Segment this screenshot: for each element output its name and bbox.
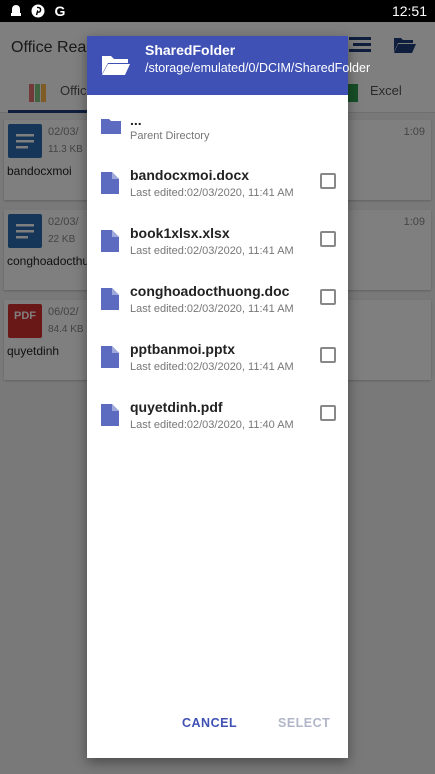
file-meta: Last edited:02/03/2020, 11:40 AM <box>130 419 294 431</box>
file-meta: Last edited:02/03/2020, 11:41 AM <box>130 303 294 315</box>
file-icon <box>101 230 119 252</box>
file-row[interactable]: pptbanmoi.pptx Last edited:02/03/2020, 1… <box>87 332 348 386</box>
cancel-button[interactable]: CANCEL <box>182 716 237 730</box>
file-row[interactable]: book1xlsx.xlsx Last edited:02/03/2020, 1… <box>87 216 348 270</box>
status-bar: G 12:51 <box>0 0 435 22</box>
parent-directory-label: Parent Directory <box>130 130 210 142</box>
file-name: conghoadocthuong.doc <box>130 283 290 299</box>
file-icon <box>101 346 119 368</box>
file-checkbox[interactable] <box>320 289 336 305</box>
pinterest-icon <box>30 3 46 19</box>
parent-directory-name: ... <box>130 112 142 128</box>
notification-icon <box>8 3 24 19</box>
file-icon <box>101 288 119 310</box>
clock: 12:51 <box>391 3 427 19</box>
dialog-path: /storage/emulated/0/DCIM/SharedFolder <box>145 61 371 75</box>
select-button[interactable]: SELECT <box>278 716 330 730</box>
folder-icon <box>101 118 121 140</box>
file-row[interactable]: bandocxmoi.docx Last edited:02/03/2020, … <box>87 158 348 212</box>
file-meta: Last edited:02/03/2020, 11:41 AM <box>130 245 294 257</box>
folder-picker-dialog: SharedFolder /storage/emulated/0/DCIM/Sh… <box>87 36 371 758</box>
file-row[interactable]: quyetdinh.pdf Last edited:02/03/2020, 11… <box>87 390 348 444</box>
file-icon <box>101 172 119 194</box>
file-meta: Last edited:02/03/2020, 11:41 AM <box>130 187 294 199</box>
file-checkbox[interactable] <box>320 347 336 363</box>
dialog-header: SharedFolder /storage/emulated/0/DCIM/Sh… <box>87 36 371 95</box>
folder-open-icon <box>101 53 131 77</box>
file-name: pptbanmoi.pptx <box>130 341 235 357</box>
file-checkbox[interactable] <box>320 231 336 247</box>
file-name: quyetdinh.pdf <box>130 399 223 415</box>
file-name: book1xlsx.xlsx <box>130 225 230 241</box>
google-icon: G <box>54 3 66 19</box>
parent-directory-row[interactable]: ... Parent Directory <box>87 108 348 162</box>
file-icon <box>101 404 119 426</box>
file-row[interactable]: conghoadocthuong.doc Last edited:02/03/2… <box>87 274 348 328</box>
file-meta: Last edited:02/03/2020, 11:41 AM <box>130 361 294 373</box>
file-checkbox[interactable] <box>320 405 336 421</box>
file-name: bandocxmoi.docx <box>130 167 250 183</box>
file-checkbox[interactable] <box>320 173 336 189</box>
dialog-title: SharedFolder <box>145 42 236 58</box>
